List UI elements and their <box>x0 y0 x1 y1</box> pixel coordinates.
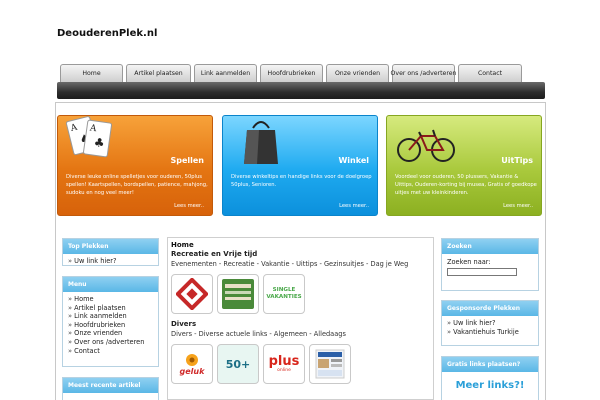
panel-title: Meest recente artikel <box>63 378 158 393</box>
zoeken-panel: Zoeken Zoeken naar: <box>441 238 539 291</box>
panel-title: Zoeken <box>442 239 538 254</box>
bicycle-icon <box>397 129 455 162</box>
menu-item-home[interactable]: Home <box>68 295 153 304</box>
top-plekken-panel: Top Plekken Uw link hier? <box>62 238 159 266</box>
section-links-recreatie[interactable]: Evenementen - Recreatie - Vakantie - Uit… <box>171 260 430 268</box>
menu-item-over-ons[interactable]: Over ons /adverteren <box>68 338 153 347</box>
playing-cards-icon: A ♠ A ♣ <box>65 116 113 158</box>
nav-tab-onze-vrienden[interactable]: Onze vrienden <box>326 64 389 82</box>
main-content: Home Recreatie en Vrije tijd Evenementen… <box>167 237 434 400</box>
list-item[interactable]: Uw link hier? <box>68 257 153 266</box>
shopping-bag-icon <box>244 121 278 164</box>
feature-title: Winkel <box>338 156 369 165</box>
page-title: Home <box>171 241 194 249</box>
nav-tab-artikel-plaatsen[interactable]: Artikel plaatsen <box>126 64 191 82</box>
red-diamond-logo <box>176 278 208 310</box>
magazine-thumb[interactable] <box>309 344 351 384</box>
panel-title: Top Plekken <box>63 239 158 254</box>
search-label: Zoeken naar: <box>447 258 491 266</box>
feature-uittips[interactable]: UitTips Voordeel voor ouderen, 50 plusse… <box>386 115 542 216</box>
list-item[interactable]: Vakantiehuis Turkije <box>447 328 533 337</box>
search-input[interactable] <box>447 268 517 276</box>
gesponsorde-plekken-panel: Gesponsorde Plekken Uw link hier? Vakant… <box>441 300 539 346</box>
nav-tab-link-aanmelden[interactable]: Link aanmelden <box>194 64 257 82</box>
feature-text: Voordeel voor ouderen, 50 plussers, Vaka… <box>395 174 537 196</box>
main-nav: Home Artikel plaatsen Link aanmelden Hoo… <box>60 64 544 82</box>
nav-tab-over-ons[interactable]: Over ons /adverteren <box>391 64 456 82</box>
svg-text:♣: ♣ <box>93 135 106 150</box>
nav-tab-hoofdrubrieken[interactable]: Hoofdrubrieken <box>260 64 323 82</box>
thumbs-recreatie: SINGLE VAKANTIES <box>171 274 430 314</box>
magazine-cover-icon <box>315 349 345 379</box>
feature-title: Spellen <box>170 156 204 165</box>
thumbs-divers: geluk 50+ plus online <box>171 344 430 384</box>
fifty-plus-label: 50+ <box>225 357 251 371</box>
panel-title: Menu <box>63 277 158 292</box>
menu-item-link-aanmelden[interactable]: Link aanmelden <box>68 312 153 321</box>
section-title-divers[interactable]: Divers <box>171 320 430 328</box>
partner-logo-thumb[interactable] <box>217 274 259 314</box>
menu-list: Home Artikel plaatsen Link aanmelden Hoo… <box>63 292 158 358</box>
menu-panel: Menu Home Artikel plaatsen Link aanmelde… <box>62 276 159 367</box>
feature-title: UitTips <box>501 156 533 165</box>
list-item[interactable]: Uw link hier? <box>447 319 533 328</box>
feature-more-link[interactable]: Lees meer.. <box>174 203 204 209</box>
nav-tab-contact[interactable]: Contact <box>458 64 522 82</box>
menu-item-onze-vrienden[interactable]: Onze vrienden <box>68 329 153 338</box>
plus-online-thumb[interactable]: plus online <box>263 344 305 384</box>
plus-sub-label: online <box>277 368 291 373</box>
feature-text: Diverse leuke online spelletjes voor oud… <box>66 174 208 196</box>
fifty-plus-thumb[interactable]: 50+ <box>217 344 259 384</box>
menu-item-artikel-plaatsen[interactable]: Artikel plaatsen <box>68 304 153 313</box>
feature-more-link[interactable]: Lees meer.. <box>339 203 369 209</box>
gratis-links-panel: Gratis links plaatsen? Meer links?! <box>441 356 539 400</box>
feature-text: Diverse winkeltips en handige links voor… <box>231 174 372 188</box>
site-title[interactable]: DeouderenPlek.nl <box>57 28 157 39</box>
single-vakanties-label: SINGLE VAKANTIES <box>266 287 302 300</box>
top-plekken-list: Uw link hier? <box>63 254 158 269</box>
meer-links-banner[interactable]: Meer links?! <box>442 380 538 391</box>
geluk-thumb[interactable]: geluk <box>171 344 213 384</box>
recent-article-panel: Meest recente artikel <box>62 377 159 400</box>
section-title-recreatie[interactable]: Recreatie en Vrije tijd <box>171 250 430 258</box>
nav-tab-home[interactable]: Home <box>60 64 123 82</box>
feature-more-link[interactable]: Lees meer.. <box>503 203 533 209</box>
flower-icon <box>186 353 198 366</box>
feature-spellen[interactable]: A ♠ A ♣ Spellen Diverse leuke online spe… <box>57 115 213 216</box>
panel-title: Gratis links plaatsen? <box>442 357 538 372</box>
geluk-label: geluk <box>179 366 205 376</box>
nav-bar <box>57 82 545 99</box>
section-links-divers[interactable]: Divers - Diverse actuele links - Algemee… <box>171 330 430 338</box>
plus-label: plus <box>268 354 300 369</box>
partner-logo-thumb[interactable] <box>171 274 213 314</box>
single-vakanties-thumb[interactable]: SINGLE VAKANTIES <box>263 274 305 314</box>
menu-item-contact[interactable]: Contact <box>68 347 153 356</box>
feature-winkel[interactable]: Winkel Diverse winkeltips en handige lin… <box>222 115 378 216</box>
green-tile-logo <box>222 279 254 309</box>
sponsored-list: Uw link hier? Vakantiehuis Turkije <box>442 316 538 339</box>
menu-item-hoofdrubrieken[interactable]: Hoofdrubrieken <box>68 321 153 330</box>
panel-title: Gesponsorde Plekken <box>442 301 538 316</box>
